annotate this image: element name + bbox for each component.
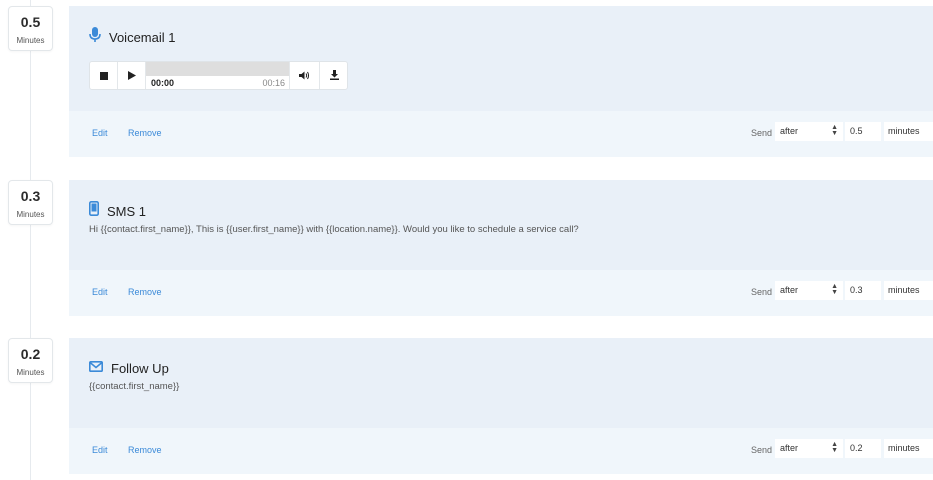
remove-link[interactable]: Remove <box>128 445 162 455</box>
card-content: Voicemail 1 00:00 00:16 <box>69 6 933 111</box>
select-caret-icon: ▲ ▼ <box>831 283 838 296</box>
select-caret-icon: ▲ ▼ <box>831 441 838 454</box>
stop-icon <box>99 67 108 85</box>
card-title-row: SMS 1 <box>89 201 146 221</box>
send-label: Send <box>751 445 773 455</box>
select-caret-icon: ▲ ▼ <box>831 124 838 137</box>
edit-link[interactable]: Edit <box>92 445 108 455</box>
send-timing-value: after <box>780 285 799 295</box>
stop-button[interactable] <box>90 62 118 89</box>
download-button[interactable] <box>319 62 349 89</box>
mobile-phone-icon <box>89 201 99 221</box>
microphone-icon <box>89 27 101 48</box>
send-unit-select[interactable]: minutes <box>884 122 933 141</box>
card-title: SMS 1 <box>107 203 147 219</box>
total-time: 00:16 <box>262 78 285 88</box>
card-title-row: Voicemail 1 <box>89 27 175 48</box>
volume-button[interactable] <box>289 62 319 89</box>
card-footer: Edit Remove Send after ▲ ▼ 0.3 minutes <box>69 270 933 316</box>
edit-link[interactable]: Edit <box>92 287 108 297</box>
delay-unit: Minutes <box>16 36 45 45</box>
remove-link[interactable]: Remove <box>128 128 162 138</box>
edit-link[interactable]: Edit <box>92 128 108 138</box>
audio-player: 00:00 00:16 <box>89 61 348 90</box>
current-time: 00:00 <box>151 78 175 88</box>
card-footer: Edit Remove Send after ▲ ▼ 0.5 minutes <box>69 111 933 157</box>
delay-value: 0.5 <box>20 14 41 30</box>
send-unit-select[interactable]: minutes <box>884 439 933 458</box>
send-label: Send <box>751 128 773 138</box>
delay-value: 0.3 <box>20 188 41 204</box>
message-body: {{contact.first_name}} <box>89 381 180 392</box>
timeline-line <box>30 0 31 480</box>
play-icon <box>127 67 136 85</box>
send-unit-select[interactable]: minutes <box>884 281 933 300</box>
download-icon <box>330 67 339 85</box>
send-timing-select[interactable]: after ▲ ▼ <box>775 439 843 458</box>
play-button[interactable] <box>118 62 146 89</box>
audio-progress[interactable]: 00:00 00:16 <box>146 62 289 89</box>
send-amount-input[interactable]: 0.5 <box>845 122 881 141</box>
delay-badge: 0.2 Minutes <box>8 338 53 383</box>
remove-link[interactable]: Remove <box>128 287 162 297</box>
message-body: Hi {{contact.first_name}}, This is {{use… <box>89 224 579 235</box>
send-amount-input[interactable]: 0.2 <box>845 439 881 458</box>
send-timing-select[interactable]: after ▲ ▼ <box>775 281 843 300</box>
send-amount-input[interactable]: 0.3 <box>845 281 881 300</box>
card-content: SMS 1 Hi {{contact.first_name}}, This is… <box>69 180 933 270</box>
progress-bar[interactable] <box>146 62 289 76</box>
step-card: SMS 1 Hi {{contact.first_name}}, This is… <box>69 180 933 316</box>
delay-value: 0.2 <box>20 346 41 362</box>
delay-unit: Minutes <box>16 368 45 377</box>
step-card: Follow Up {{contact.first_name}} Edit Re… <box>69 338 933 474</box>
delay-badge: 0.5 Minutes <box>8 6 53 51</box>
card-footer: Edit Remove Send after ▲ ▼ 0.2 minutes <box>69 428 933 474</box>
card-title: Voicemail 1 <box>109 30 176 45</box>
step-card: Voicemail 1 00:00 00:16 Edit Remove Send… <box>69 6 933 157</box>
card-title: Follow Up <box>111 360 169 376</box>
send-timing-value: after <box>780 443 799 453</box>
volume-icon <box>299 67 310 85</box>
delay-unit: Minutes <box>16 210 45 219</box>
send-label: Send <box>751 287 773 297</box>
card-title-row: Follow Up <box>89 359 169 377</box>
card-content: Follow Up {{contact.first_name}} <box>69 338 933 428</box>
send-timing-select[interactable]: after ▲ ▼ <box>775 122 843 141</box>
send-timing-value: after <box>780 126 799 136</box>
envelope-icon <box>89 359 103 377</box>
delay-badge: 0.3 Minutes <box>8 180 53 225</box>
